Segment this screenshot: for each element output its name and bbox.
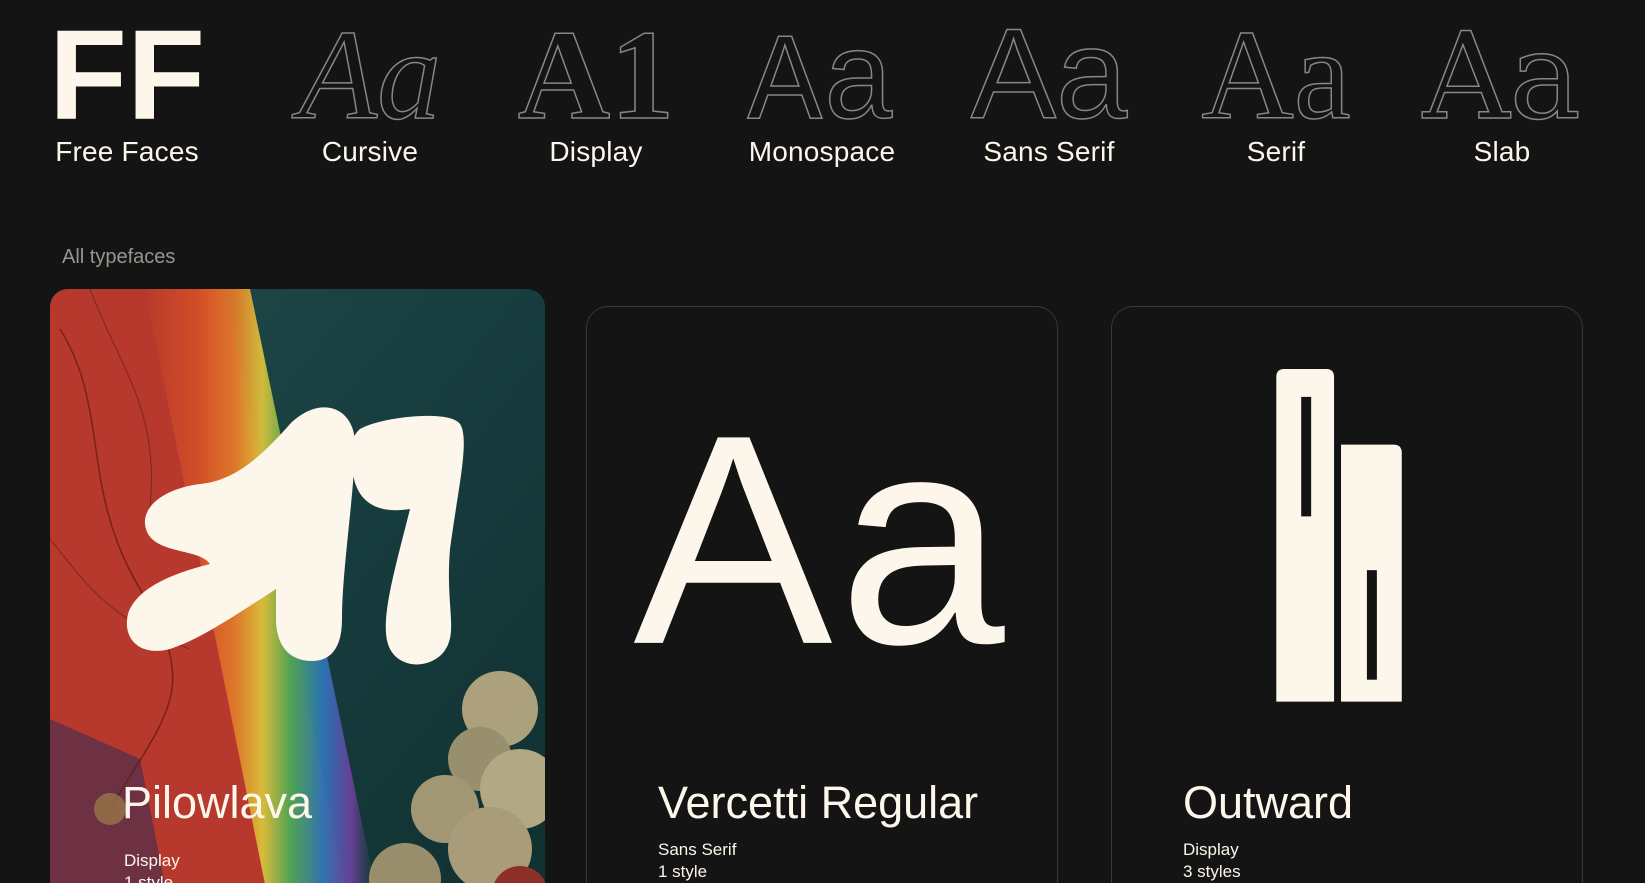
nav-cursive-link[interactable]: Aa Cursive (270, 3, 470, 184)
nav-label-monospace: Monospace (748, 136, 896, 167)
nav-label-cursive: Cursive (321, 136, 419, 167)
typeface-name: Pilowlava (122, 777, 313, 828)
svg-text:Aa: Aa (1201, 4, 1350, 146)
serif-glyph-icon: Aa (1201, 3, 1352, 147)
svg-text:Aa: Aa (748, 16, 897, 156)
typeface-style-count: 1 style (124, 873, 174, 883)
svg-text:Aa: Aa (633, 374, 1010, 707)
typeface-card-vercetti-regular[interactable]: Aa Vercetti Regular Sans Serif 1 style (586, 306, 1058, 883)
svg-text:A1: A1 (518, 4, 674, 146)
monospace-glyph-icon: Aa (747, 15, 897, 157)
typeface-category: Display (1183, 840, 1239, 859)
sans-serif-glyph-icon: Aa (970, 2, 1129, 147)
slab-glyph-icon: Aa (1421, 7, 1582, 148)
typeface-name: Outward (1183, 777, 1354, 828)
nav-label-slab: Slab (1473, 136, 1531, 167)
typeface-card-pilowlava[interactable]: Pilowlava Display 1 style (50, 289, 545, 883)
section-title: All typefaces (62, 246, 176, 268)
nav-free-faces-home-link[interactable]: FF Free Faces (27, 4, 227, 184)
nav-label-sans-serif: Sans Serif (983, 136, 1115, 167)
svg-text:Aa: Aa (1422, 8, 1581, 147)
typeface-style-count: 1 style (658, 862, 708, 881)
nav-serif-link[interactable]: Aa Serif (1176, 3, 1376, 184)
typeface-category: Display (124, 851, 180, 870)
svg-text:Aa: Aa (971, 3, 1128, 146)
typeface-category: Sans Serif (658, 840, 737, 859)
cursive-glyph-icon: Aa (291, 3, 442, 147)
free-faces-logo: FF (49, 4, 205, 147)
nav-label-serif: Serif (1246, 136, 1306, 167)
svg-text:FF: FF (49, 4, 205, 147)
display-glyph-icon: A1 (517, 3, 675, 147)
nav-display-link[interactable]: A1 Display (496, 3, 696, 184)
nav-label-free-faces: Free Faces (55, 136, 199, 167)
nav-monospace-link[interactable]: Aa Monospace (722, 14, 922, 184)
typeface-name: Vercetti Regular (658, 777, 979, 828)
nav-label-display: Display (549, 136, 643, 167)
free-faces-page: FF Free Faces Aa Cursive A1 Display Aa M… (0, 0, 1645, 883)
nav-slab-link[interactable]: Aa Slab (1402, 7, 1602, 184)
nav-sans-serif-link[interactable]: Aa Sans Serif (949, 2, 1149, 184)
typeface-card-outward[interactable]: Outward Display 3 styles (1111, 306, 1583, 883)
typeface-style-count: 3 styles (1183, 862, 1241, 881)
svg-text:Aa: Aa (292, 4, 441, 146)
